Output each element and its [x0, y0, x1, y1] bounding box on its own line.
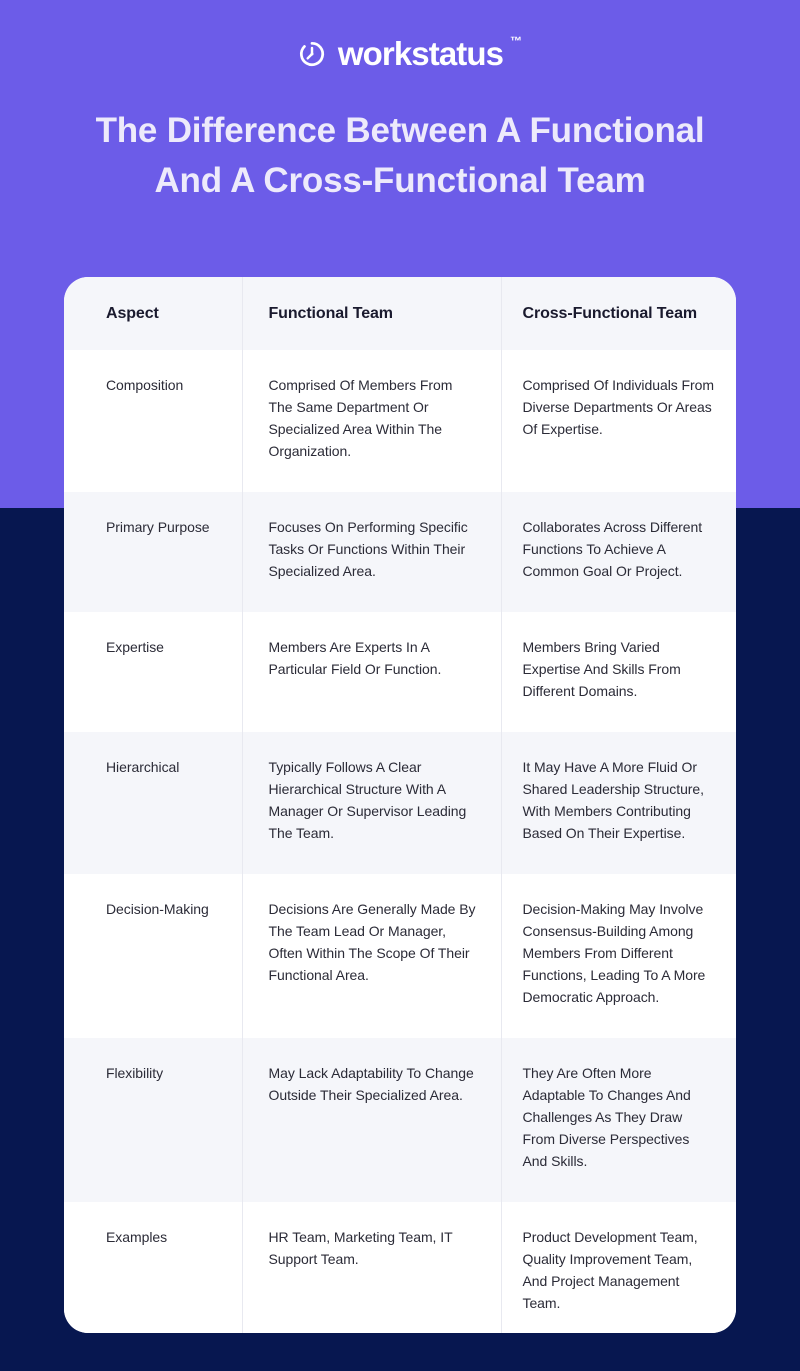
comparison-table: Aspect Functional Team Cross-Functional …	[64, 277, 736, 1333]
infographic-header: workstatus ™ The Difference Between A Fu…	[0, 0, 800, 206]
cell-aspect: Decision-Making	[64, 874, 242, 1038]
cell-functional: Members Are Experts In A Particular Fiel…	[241, 612, 501, 732]
table-row: Flexibility May Lack Adaptability To Cha…	[64, 1038, 736, 1202]
cell-cross-functional: Product Development Team, Quality Improv…	[500, 1202, 736, 1333]
table-row: Composition Comprised Of Members From Th…	[64, 350, 736, 492]
cell-aspect: Examples	[64, 1202, 242, 1333]
brand-name-text: workstatus	[337, 35, 504, 72]
cell-aspect: Primary Purpose	[64, 492, 242, 612]
cell-functional: Focuses On Performing Specific Tasks Or …	[241, 492, 501, 612]
cell-functional: Typically Follows A Clear Hierarchical S…	[241, 732, 501, 874]
cell-cross-functional: Comprised Of Individuals From Diverse De…	[500, 350, 736, 492]
column-header-aspect: Aspect	[64, 277, 242, 350]
cell-aspect: Flexibility	[64, 1038, 242, 1202]
table-row: Decision-Making Decisions Are Generally …	[64, 874, 736, 1038]
column-header-cross-functional-team: Cross-Functional Team	[500, 277, 736, 350]
cell-aspect: Hierarchical	[64, 732, 242, 874]
cell-functional: May Lack Adaptability To Change Outside …	[241, 1038, 501, 1202]
cell-functional: Comprised Of Members From The Same Depar…	[241, 350, 501, 492]
table-row: Expertise Members Are Experts In A Parti…	[64, 612, 736, 732]
page-title: The Difference Between A Functional And …	[95, 111, 705, 200]
cell-functional: Decisions Are Generally Made By The Team…	[241, 874, 501, 1038]
table-body: Composition Comprised Of Members From Th…	[64, 350, 736, 1333]
cell-aspect: Expertise	[64, 612, 242, 732]
cell-cross-functional: They Are Often More Adaptable To Changes…	[500, 1038, 736, 1202]
brand-wordmark: workstatus ™	[337, 35, 522, 72]
cell-cross-functional: Collaborates Across Different Functions …	[500, 492, 736, 612]
stopwatch-icon	[297, 39, 327, 69]
brand-logo: workstatus ™	[0, 0, 800, 70]
trademark-symbol: ™	[510, 34, 523, 48]
cell-aspect: Composition	[64, 350, 242, 492]
table-header-row: Aspect Functional Team Cross-Functional …	[64, 277, 736, 350]
cell-functional: HR Team, Marketing Team, IT Support Team…	[241, 1202, 501, 1333]
table-row: Hierarchical Typically Follows A Clear H…	[64, 732, 736, 874]
table-header: Aspect Functional Team Cross-Functional …	[64, 277, 736, 350]
cell-cross-functional: Decision-Making May Involve Consensus-Bu…	[500, 874, 736, 1038]
column-header-functional-team: Functional Team	[241, 277, 501, 350]
cell-cross-functional: Members Bring Varied Expertise And Skill…	[500, 612, 736, 732]
comparison-table-card: Aspect Functional Team Cross-Functional …	[64, 277, 736, 1333]
cell-cross-functional: It May Have A More Fluid Or Shared Leade…	[500, 732, 736, 874]
table-row: Examples HR Team, Marketing Team, IT Sup…	[64, 1202, 736, 1333]
table-row: Primary Purpose Focuses On Performing Sp…	[64, 492, 736, 612]
